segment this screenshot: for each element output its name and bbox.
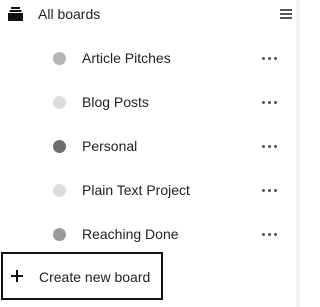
- board-label: Article Pitches: [82, 50, 171, 66]
- board-item[interactable]: Plain Text Project: [0, 168, 300, 212]
- all-boards-header[interactable]: All boards: [0, 0, 300, 30]
- plus-icon: [11, 270, 23, 282]
- board-color-dot: [53, 96, 66, 109]
- more-horizontal-icon[interactable]: [260, 180, 280, 200]
- board-item[interactable]: Blog Posts: [0, 80, 300, 124]
- all-boards-label: All boards: [38, 6, 101, 22]
- board-color-dot: [53, 52, 66, 65]
- create-new-board-label: Create new board: [39, 269, 151, 285]
- boards-panel: All boards Article Pitches Blog Posts Pe…: [0, 0, 300, 307]
- board-label: Reaching Done: [82, 226, 179, 242]
- board-item[interactable]: Reaching Done: [0, 212, 300, 256]
- more-horizontal-icon[interactable]: [260, 136, 280, 156]
- create-new-board-button[interactable]: Create new board: [1, 252, 163, 300]
- board-color-dot: [53, 140, 66, 153]
- hamburger-menu-icon[interactable]: [276, 4, 296, 24]
- board-color-dot: [53, 184, 66, 197]
- board-list: Article Pitches Blog Posts Personal Plai…: [0, 36, 300, 256]
- more-horizontal-icon[interactable]: [260, 48, 280, 68]
- board-item[interactable]: Personal: [0, 124, 300, 168]
- board-color-dot: [53, 228, 66, 241]
- board-item[interactable]: Article Pitches: [0, 36, 300, 80]
- board-label: Plain Text Project: [82, 182, 190, 198]
- board-label: Personal: [82, 138, 138, 154]
- boards-stack-icon: [8, 7, 23, 21]
- more-horizontal-icon[interactable]: [260, 92, 280, 112]
- more-horizontal-icon[interactable]: [260, 224, 280, 244]
- board-label: Blog Posts: [82, 94, 149, 110]
